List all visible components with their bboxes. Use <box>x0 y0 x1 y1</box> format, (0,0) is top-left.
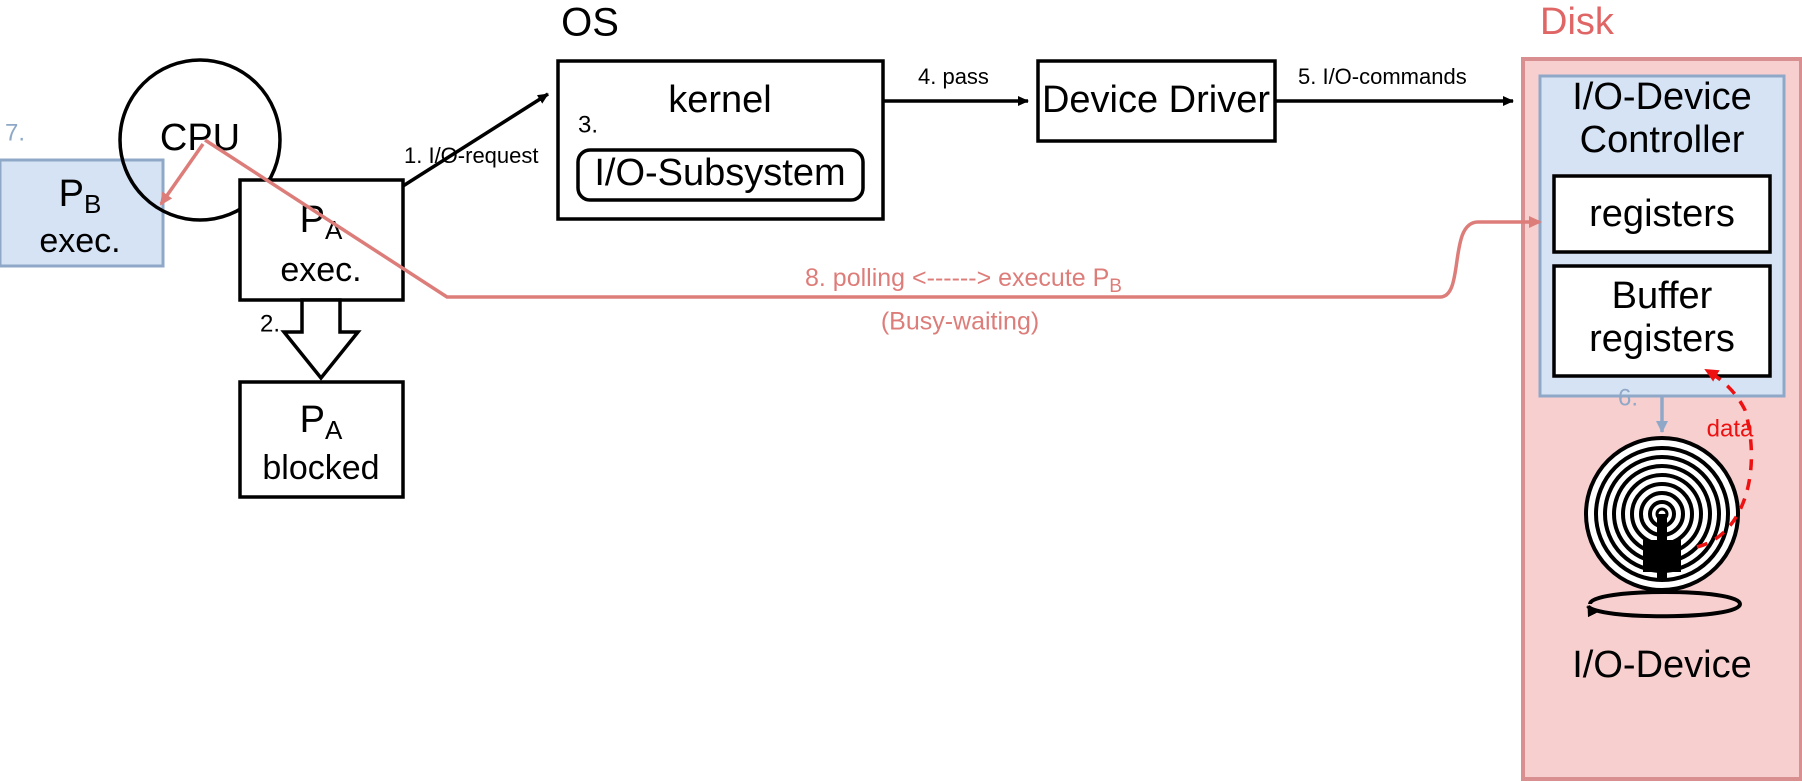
os-title: OS <box>561 1 619 45</box>
step4-label: 4. pass <box>918 64 989 89</box>
controller-title-line1: I/O-Device <box>1572 76 1751 118</box>
cpu-label: CPU <box>160 117 240 159</box>
io-polling-diagram: Disk I/O-Device Controller registers Buf… <box>0 1 1802 781</box>
os-group: OS kernel 3. I/O-Subsystem <box>556 1 885 221</box>
buffer-registers-line1: Buffer <box>1612 275 1713 317</box>
pa-exec-state: exec. <box>280 251 361 289</box>
polling-label-line2: (Busy-waiting) <box>881 308 1039 336</box>
step1-label: 1. I/O-request <box>404 143 539 168</box>
disk-head <box>1643 540 1681 572</box>
pa-blocked-state: blocked <box>262 449 379 487</box>
step5-label: 5. I/O-commands <box>1298 64 1467 89</box>
step1-arrow-group: 1. I/O-request <box>402 92 549 188</box>
controller-title-line2: Controller <box>1580 119 1745 161</box>
step2-label: 2. <box>260 310 280 337</box>
step5-arrow-group: 5. I/O-commands <box>1275 64 1514 106</box>
device-driver-label: Device Driver <box>1042 79 1270 121</box>
pa-exec-box: PA exec. <box>238 178 405 302</box>
registers-label: registers <box>1589 193 1735 235</box>
step7-label: 7. <box>5 119 25 146</box>
pa-blocked-box: PA blocked <box>238 380 405 499</box>
io-device-controller: I/O-Device Controller registers Buffer r… <box>1538 74 1786 398</box>
disk-title: Disk <box>1540 1 1615 43</box>
step4-arrow-group: 4. pass <box>883 64 1029 106</box>
data-label: data <box>1707 415 1754 442</box>
device-driver-box: Device Driver <box>1036 59 1277 143</box>
step6-label: 6. <box>1618 384 1638 411</box>
kernel-label: kernel <box>668 79 772 121</box>
buffer-registers-line2: registers <box>1589 318 1735 360</box>
io-device-label: I/O-Device <box>1572 644 1751 686</box>
pb-state: exec. <box>39 222 120 260</box>
step2-block-arrow: 2. <box>260 298 362 381</box>
step3-label: 3. <box>578 111 598 138</box>
polling-label-line1: 8. polling <------> execute PB <box>805 264 1122 297</box>
io-subsystem-label: I/O-Subsystem <box>594 152 845 194</box>
diagram-canvas: Disk I/O-Device Controller registers Buf… <box>0 0 1802 782</box>
